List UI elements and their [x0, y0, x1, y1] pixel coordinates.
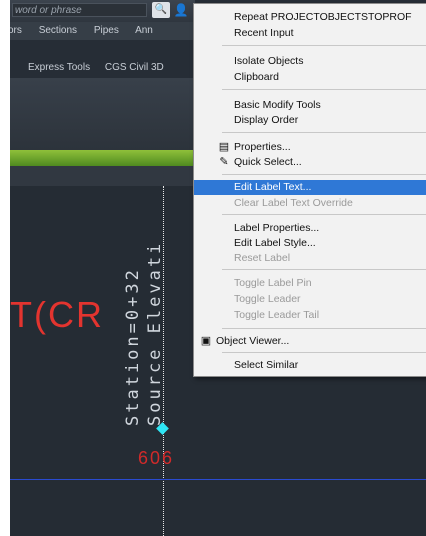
tab-express-tools[interactable]: Express Tools — [28, 62, 90, 73]
drawing-label-text[interactable]: T(CR — [10, 294, 104, 336]
menu-item-repeat[interactable]: Repeat PROJECTOBJECTSTOPROF — [194, 10, 426, 25]
tab-sections[interactable]: Sections — [39, 25, 77, 36]
autocad-window: word or phrase 🔍 👤 ors Sections Pipes An… — [10, 0, 426, 536]
properties-icon: ▤ — [218, 141, 230, 153]
tab-pipes[interactable]: Pipes — [94, 25, 119, 36]
search-input[interactable]: word or phrase — [12, 3, 147, 17]
blue-line — [10, 479, 426, 480]
ribbon-tabs-secondary: Express Tools CGS Civil 3D — [10, 58, 195, 78]
menu-item-toggle-label-pin[interactable]: Toggle Label Pin — [194, 276, 426, 291]
menu-item-toggle-leader[interactable]: Toggle Leader — [194, 292, 426, 307]
source-elevation-label[interactable]: Source Elevati — [145, 241, 165, 426]
menu-item-edit-label-text[interactable]: Edit Label Text... — [194, 180, 426, 195]
menu-item-basic-modify-tools[interactable]: Basic Modify Tools▸ — [194, 98, 426, 113]
menu-separator — [222, 328, 426, 329]
menu-separator — [222, 214, 426, 215]
menu-separator — [222, 45, 426, 46]
menu-item-reset-label[interactable]: Reset Label — [194, 251, 426, 266]
menu-item-recent-input[interactable]: Recent Input▸ — [194, 26, 426, 41]
tab-ann[interactable]: Ann — [135, 25, 153, 36]
menu-item-properties[interactable]: ▤ Properties... — [194, 140, 426, 155]
menu-item-label-properties[interactable]: Label Properties... — [194, 221, 426, 236]
station-label[interactable]: Station=0+32 — [123, 267, 143, 426]
context-menu: Repeat PROJECTOBJECTSTOPROF Recent Input… — [193, 3, 426, 377]
ribbon-tabs: ors Sections Pipes Ann — [10, 22, 195, 40]
ribbon-footer — [10, 166, 195, 186]
tab-ors[interactable]: ors — [10, 25, 22, 36]
menu-item-object-viewer[interactable]: ▣ Object Viewer... — [194, 334, 426, 349]
binoculars-icon[interactable]: 🔍 — [152, 2, 170, 18]
tab-cgs-civil-3d[interactable]: CGS Civil 3D — [105, 62, 164, 73]
menu-item-select-similar[interactable]: Select Similar — [194, 358, 426, 373]
menu-item-clipboard[interactable]: Clipboard▸ — [194, 70, 426, 85]
menu-item-isolate-objects[interactable]: Isolate Objects▸ — [194, 54, 426, 69]
menu-item-toggle-leader-tail[interactable]: Toggle Leader Tail — [194, 308, 426, 323]
search-bar: word or phrase 🔍 👤 — [10, 0, 195, 22]
quick-select-icon: ✎ — [219, 156, 229, 168]
status-progress-bar — [10, 150, 195, 166]
menu-separator — [222, 269, 426, 270]
menu-item-display-order[interactable]: Display Order▸ — [194, 113, 426, 128]
menu-item-clear-label-text-override[interactable]: Clear Label Text Override — [194, 196, 426, 211]
menu-separator — [222, 89, 426, 90]
dotted-line — [163, 186, 164, 536]
ribbon-panel — [10, 78, 195, 150]
menu-separator — [222, 132, 426, 133]
object-viewer-icon: ▣ — [200, 335, 212, 347]
menu-separator — [222, 174, 426, 175]
elevation-number[interactable]: 606 — [138, 448, 174, 469]
menu-item-quick-select[interactable]: ✎ Quick Select... — [194, 155, 426, 170]
menu-item-edit-label-style[interactable]: Edit Label Style... — [194, 236, 426, 251]
user-icon[interactable]: 👤 — [173, 2, 189, 18]
menu-separator — [222, 352, 426, 353]
